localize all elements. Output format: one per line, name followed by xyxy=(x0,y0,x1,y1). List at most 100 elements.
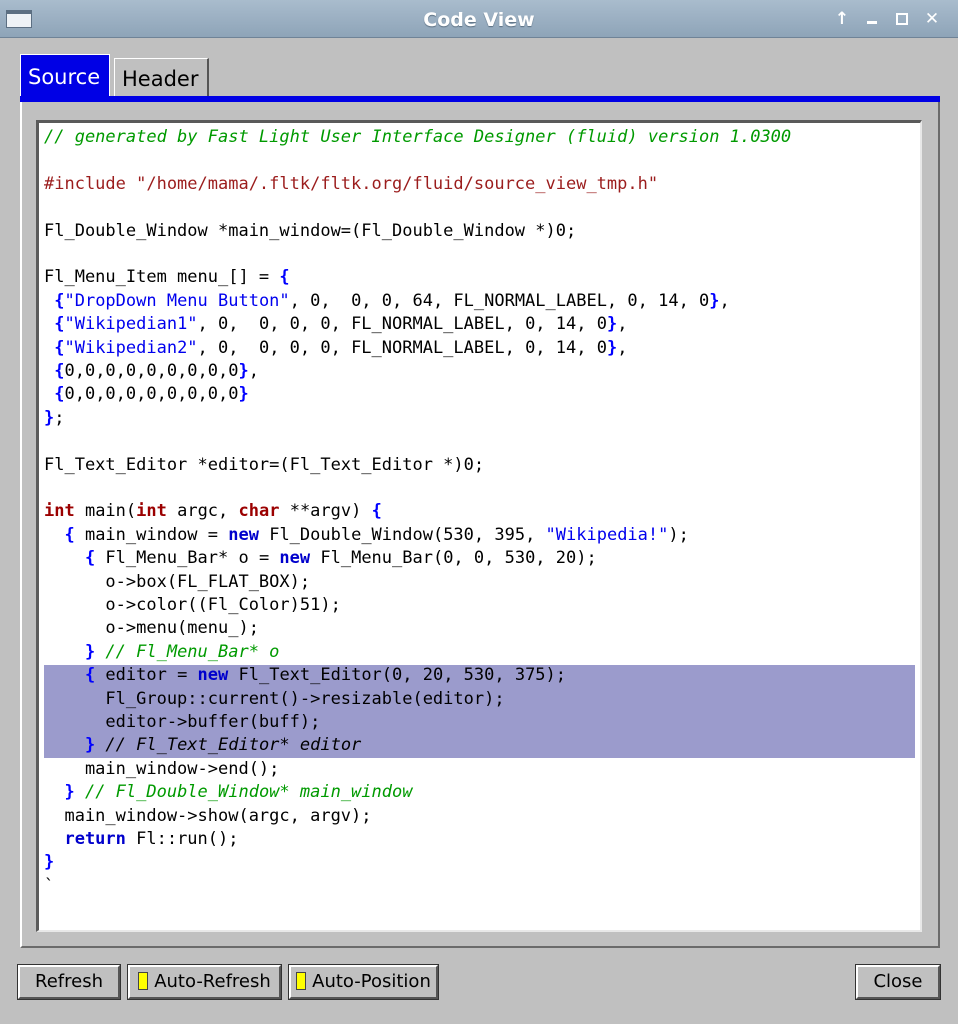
code-line: editor->buffer(buff); xyxy=(44,711,320,734)
close-icon[interactable]: ✕ xyxy=(922,9,942,29)
code-token: ` xyxy=(44,875,55,896)
code-line: Fl_Double_Window *main_window=(Fl_Double… xyxy=(44,220,576,243)
code-line: } // Fl_Double_Window* main_window xyxy=(44,781,412,804)
code-line: } // Fl_Menu_Bar* o xyxy=(44,641,279,664)
code-token: Fl_Text_Editor(0, 20, 530, 375); xyxy=(228,665,567,686)
code-token: 0,0,0,0,0,0,0,0,0 xyxy=(64,384,239,405)
code-token: Fl::run(); xyxy=(125,829,239,849)
code-token: } xyxy=(606,337,618,358)
code-token: // Fl_Menu_Bar* o xyxy=(95,641,280,662)
code-token: ); xyxy=(668,524,689,545)
code-token: return xyxy=(44,829,126,849)
code-token: , xyxy=(617,337,628,358)
code-line: // generated by Fast Light User Interfac… xyxy=(44,126,791,149)
code-token: Fl_Double_Window(530, 395, xyxy=(258,524,546,545)
code-line: o->color((Fl_Color)51); xyxy=(44,594,341,617)
code-token: o->menu(menu_); xyxy=(44,618,259,639)
code-token: new xyxy=(279,548,311,569)
code-token: , 0, 0, 0, 0, FL_NORMAL_LABEL, 0, 14, 0 xyxy=(197,314,607,335)
code-token: Fl_Group::current()->resizable(editor); xyxy=(44,688,505,709)
code-line: { editor = new Fl_Text_Editor(0, 20, 530… xyxy=(44,664,566,687)
code-token: main_window->end(); xyxy=(44,758,280,779)
refresh-button[interactable]: Refresh xyxy=(17,964,121,1000)
code-token: o->color((Fl_Color)51); xyxy=(44,595,341,615)
code-token: // Fl_Double_Window* main_window xyxy=(74,782,413,803)
auto-refresh-button[interactable]: Auto-Refresh xyxy=(127,964,282,1000)
code-token: "Wikipedia!" xyxy=(545,524,669,545)
code-token: ; xyxy=(54,407,65,428)
code-text-display[interactable]: // generated by Fast Light User Interfac… xyxy=(36,120,922,932)
code-token: char xyxy=(238,501,280,522)
code-token: "Wikipedian1" xyxy=(64,314,198,335)
code-token: Fl_Menu_Bar(0, 0, 530, 20); xyxy=(310,548,597,569)
code-line: o->menu(menu_); xyxy=(44,617,259,640)
code-token: } xyxy=(238,361,249,381)
code-token: , xyxy=(617,314,628,335)
code-token: "DropDown Menu Button" xyxy=(64,290,290,311)
auto-refresh-label: Auto-Refresh xyxy=(154,971,271,992)
code-line: main_window->end(); xyxy=(44,758,279,781)
auto-position-indicator xyxy=(296,971,307,990)
code-line: #include "/home/mama/.fltk/fltk.org/flui… xyxy=(44,173,658,196)
code-token: new xyxy=(228,524,259,545)
code-token: } xyxy=(238,384,249,405)
code-line: main_window->show(argc, argv); xyxy=(44,805,372,828)
code-line: {"Wikipedian2", 0, 0, 0, 0, FL_NORMAL_LA… xyxy=(44,337,627,360)
code-line: return Fl::run(); xyxy=(44,828,238,851)
arrow-up-icon[interactable]: ↑ xyxy=(832,9,852,29)
code-token: } xyxy=(44,735,96,756)
tab-source[interactable]: Source xyxy=(20,54,110,98)
auto-position-button[interactable]: Auto-Position xyxy=(288,964,439,1000)
code-token: } xyxy=(44,641,96,662)
code-token: // generated by Fast Light User Interfac… xyxy=(44,127,792,147)
code-token: } xyxy=(709,290,720,311)
code-token: } xyxy=(44,407,55,428)
code-token: #include "/home/mama/.fltk/fltk.org/flui… xyxy=(44,173,659,194)
code-token: argc, xyxy=(166,501,239,522)
code-token: { xyxy=(44,361,65,381)
code-token: { xyxy=(44,548,96,569)
code-token: main_window->show(argc, argv); xyxy=(44,805,372,826)
code-line: { main_window = new Fl_Double_Window(530… xyxy=(44,524,689,547)
close-button[interactable]: Close xyxy=(855,964,941,1000)
code-line: {"DropDown Menu Button", 0, 0, 0, 64, FL… xyxy=(44,290,730,313)
code-token: main_window = xyxy=(74,524,229,545)
code-line: int main(int argc, char **argv) { xyxy=(44,500,382,523)
code-token: "Wikipedian2" xyxy=(64,337,198,358)
code-token: 0,0,0,0,0,0,0,0,0 xyxy=(64,361,239,381)
code-token: { xyxy=(44,665,96,686)
close-label: Close xyxy=(873,971,923,992)
code-line: o->box(FL_FLAT_BOX); xyxy=(44,571,310,594)
code-token: } xyxy=(44,782,75,803)
code-line: Fl_Group::current()->resizable(editor); xyxy=(44,688,505,711)
code-token: o->box(FL_FLAT_BOX); xyxy=(44,571,311,592)
minimize-icon[interactable] xyxy=(862,9,882,29)
code-token: , 0, 0, 0, 0, FL_NORMAL_LABEL, 0, 14, 0 xyxy=(197,337,607,358)
code-line: {"Wikipedian1", 0, 0, 0, 0, FL_NORMAL_LA… xyxy=(44,313,627,336)
code-token: { xyxy=(44,384,65,405)
code-token: editor->buffer(buff); xyxy=(44,712,321,732)
auto-refresh-indicator xyxy=(138,971,149,990)
code-token: main( xyxy=(74,501,137,522)
code-token: , xyxy=(248,361,259,381)
code-token: { xyxy=(279,267,290,288)
code-token: new xyxy=(197,665,229,686)
code-token: { xyxy=(44,314,65,335)
code-token: Fl_Text_Editor *editor=(Fl_Text_Editor *… xyxy=(44,454,485,475)
code-token: } xyxy=(44,852,55,873)
code-token: Fl_Double_Window *main_window=(Fl_Double… xyxy=(44,220,577,241)
code-line: Fl_Text_Editor *editor=(Fl_Text_Editor *… xyxy=(44,454,484,477)
code-line: ` xyxy=(44,875,54,898)
title-bar[interactable]: Code View ↑ ✕ xyxy=(0,0,958,38)
code-line: } // Fl_Text_Editor* editor xyxy=(44,734,361,757)
code-token: { xyxy=(44,524,75,545)
code-line: {0,0,0,0,0,0,0,0,0}, xyxy=(44,360,259,383)
window-title: Code View xyxy=(423,9,535,31)
code-line: }; xyxy=(44,407,65,430)
code-token: int xyxy=(136,501,167,522)
tab-header[interactable]: Header xyxy=(114,58,209,98)
code-token: { xyxy=(44,337,65,358)
code-line: { Fl_Menu_Bar* o = new Fl_Menu_Bar(0, 0,… xyxy=(44,547,597,570)
code-token: , xyxy=(719,290,730,311)
maximize-icon[interactable] xyxy=(892,9,912,29)
